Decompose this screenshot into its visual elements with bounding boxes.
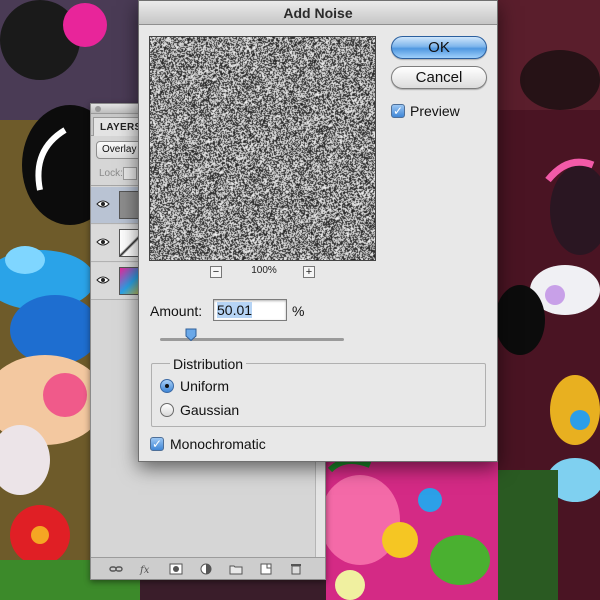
eye-icon[interactable] [96, 237, 110, 247]
cancel-button[interactable]: Cancel [391, 66, 487, 89]
preview-label: Preview [410, 103, 460, 119]
lock-transparent-pixels-toggle[interactable] [123, 167, 137, 180]
eye-icon[interactable] [96, 199, 110, 209]
layers-panel-footer: fx [91, 557, 325, 579]
ok-button[interactable]: OK [391, 36, 487, 59]
svg-text:fx: fx [139, 565, 150, 575]
add-noise-dialog: Add Noise − 100% + OK Cancel ✓ Preview A… [138, 0, 498, 462]
amount-label: Amount: [150, 303, 203, 319]
uniform-label: Uniform [180, 378, 230, 394]
fx-icon[interactable]: fx [139, 563, 153, 575]
dialog-titlebar[interactable]: Add Noise [139, 1, 497, 25]
uniform-radio[interactable] [160, 379, 174, 393]
zoom-level: 100% [251, 265, 277, 276]
lock-label: Lock: [99, 168, 123, 179]
folder-icon[interactable] [229, 563, 243, 575]
mask-icon[interactable] [169, 563, 183, 575]
gaussian-label: Gaussian [180, 402, 240, 418]
zoom-out-button[interactable]: − [210, 266, 222, 278]
monochromatic-label: Monochromatic [170, 436, 266, 452]
new-layer-icon[interactable] [259, 563, 273, 575]
noise-preview-canvas [150, 37, 375, 260]
gaussian-radio[interactable] [160, 403, 174, 417]
eye-icon[interactable] [96, 275, 110, 285]
distribution-label: Distribution [170, 356, 247, 372]
adjustment-icon[interactable] [199, 563, 213, 575]
close-icon[interactable] [95, 106, 101, 112]
checkmark-icon: ✓ [392, 104, 404, 118]
amount-value: 50.01 [217, 302, 253, 318]
trash-icon[interactable] [289, 563, 303, 575]
amount-input[interactable]: 50.01 [213, 299, 287, 321]
dialog-title: Add Noise [283, 5, 353, 21]
zoom-in-button[interactable]: + [303, 266, 315, 278]
link-icon[interactable] [109, 563, 123, 575]
amount-unit: % [292, 303, 305, 319]
monochromatic-checkbox[interactable]: ✓ [150, 437, 164, 451]
checkmark-icon: ✓ [151, 437, 163, 451]
amount-slider-thumb[interactable] [185, 328, 197, 341]
noise-preview[interactable] [149, 36, 376, 261]
preview-checkbox[interactable]: ✓ [391, 104, 405, 118]
